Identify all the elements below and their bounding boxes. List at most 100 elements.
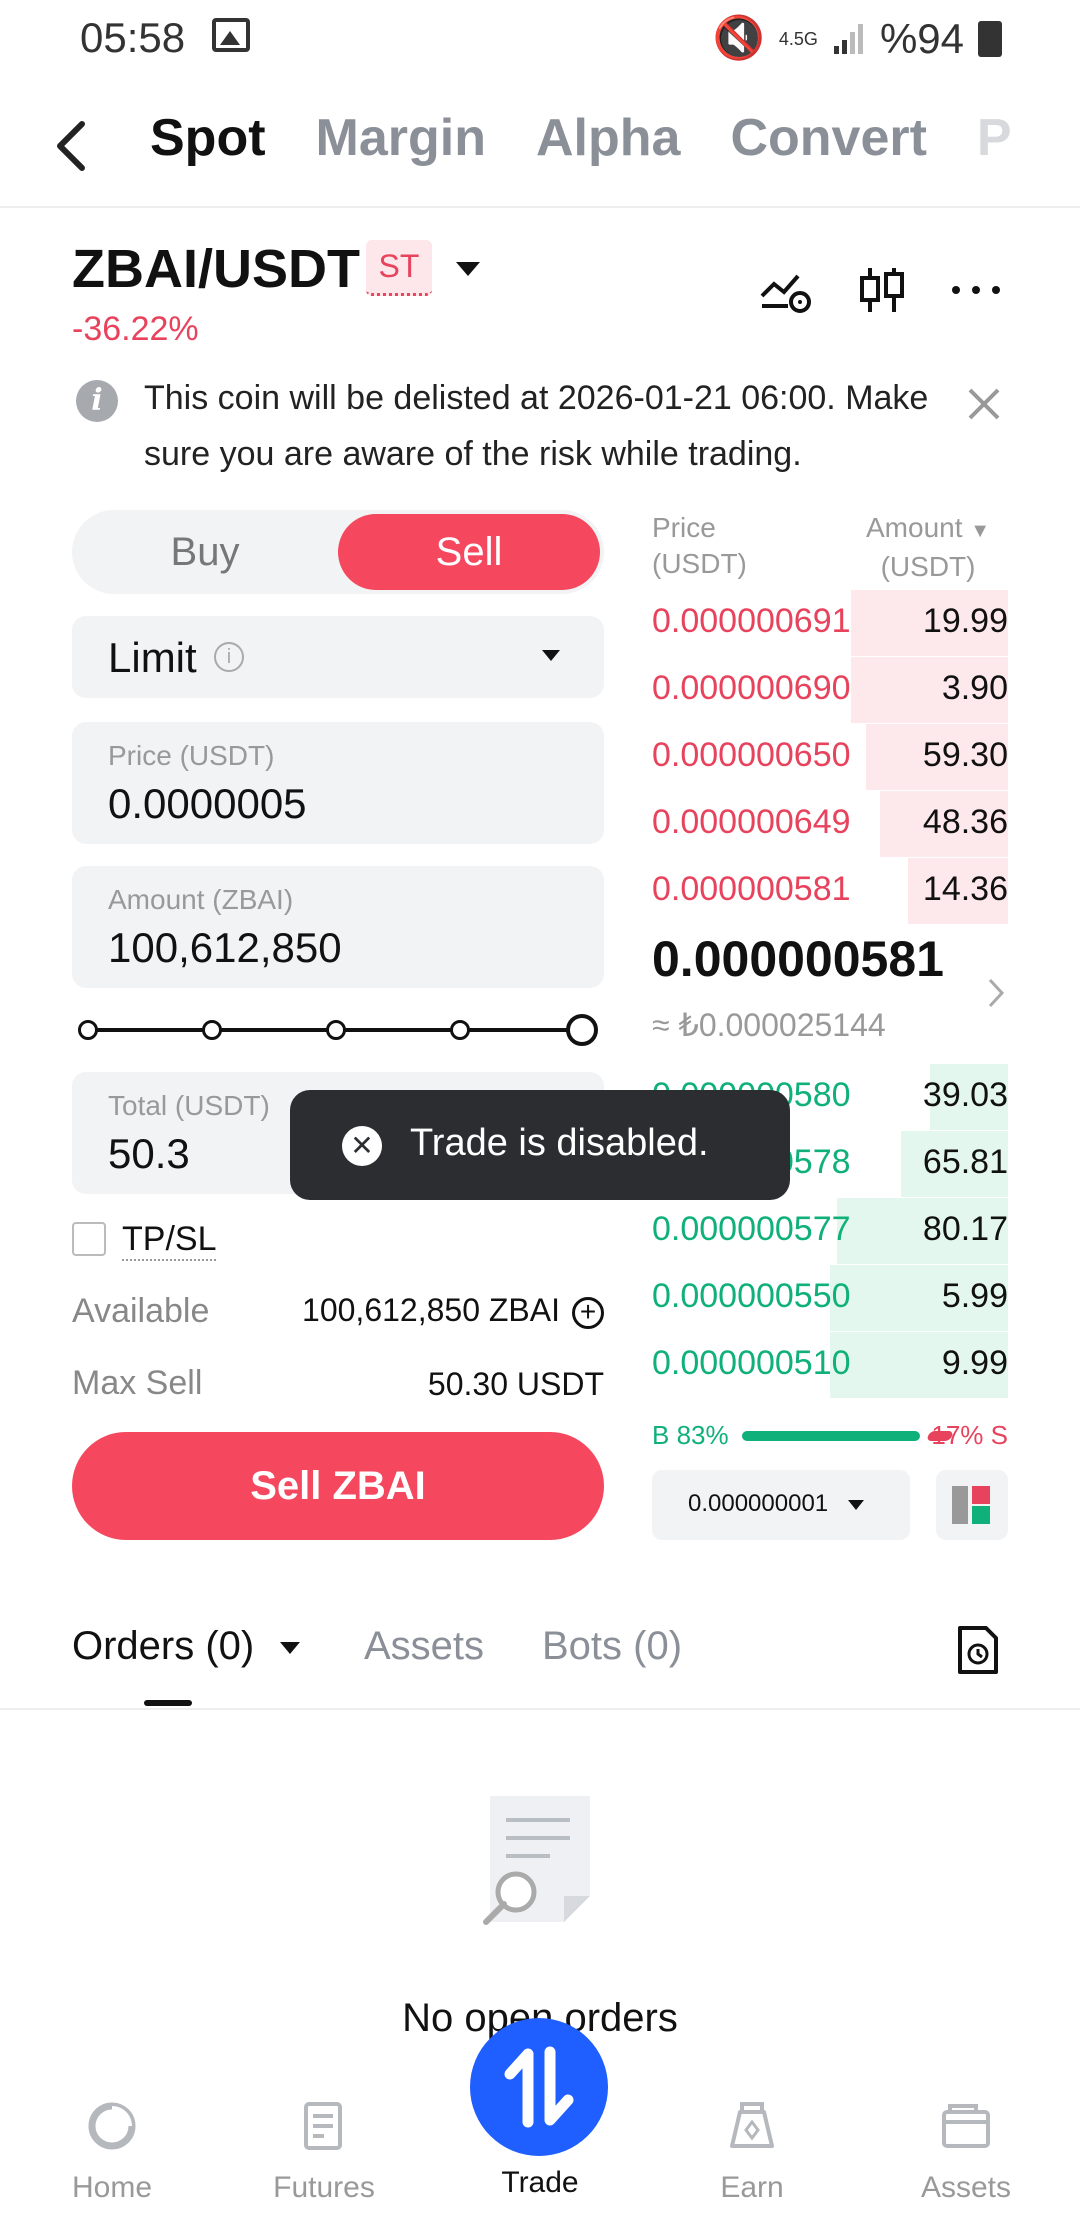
tpsl-checkbox[interactable]: [72, 1222, 106, 1256]
nav-trade-label: Trade: [501, 2166, 579, 2199]
trade-fab-button[interactable]: [470, 2018, 608, 2156]
nav-earn[interactable]: Earn: [672, 2090, 832, 2205]
bid-price: 0.000000577: [652, 1210, 851, 1248]
slider-stop-0[interactable]: [78, 1020, 98, 1040]
ask-row[interactable]: 0.000000690 3.90: [652, 657, 1008, 723]
close-icon[interactable]: [962, 382, 1006, 426]
tab-bots[interactable]: Bots (0): [542, 1624, 682, 1669]
total-value[interactable]: 50.3: [108, 1130, 190, 1178]
layout-icon: [952, 1486, 990, 1524]
amount-label: Amount (ZBAI): [108, 884, 294, 915]
nav-futures-label: Futures: [273, 2171, 375, 2204]
trade-mode-tabs: Spot Margin Alpha Convert P: [150, 108, 1012, 168]
st-badge[interactable]: ST: [366, 240, 432, 296]
bid-amount: 9.99: [941, 1344, 1008, 1382]
slider-stop-50[interactable]: [326, 1020, 346, 1040]
toast-message: ✕ Trade is disabled.: [290, 1090, 790, 1200]
pair-symbol[interactable]: ZBAI/USDT: [72, 238, 360, 300]
buy-sell-toggle: Buy Sell: [72, 510, 604, 594]
tpsl-label[interactable]: TP/SL: [122, 1220, 217, 1261]
amount-slider[interactable]: [78, 1012, 598, 1048]
active-tab-indicator: [144, 1700, 192, 1706]
info-icon[interactable]: i: [214, 642, 244, 672]
chevron-down-icon[interactable]: [280, 1642, 300, 1654]
order-history-icon[interactable]: [954, 1624, 1002, 1676]
bid-amount: 5.99: [941, 1277, 1008, 1315]
max-sell-label: Max Sell: [72, 1364, 203, 1402]
total-label: Total (USDT): [108, 1090, 270, 1121]
ask-row[interactable]: 0.000000650 59.30: [652, 724, 1008, 790]
price-input[interactable]: Price (USDT) 0.0000005: [72, 722, 604, 844]
ask-amount: 19.99: [922, 602, 1008, 640]
last-price-fiat: ≈ ₺0.000025144: [652, 1007, 886, 1043]
price-alert-icon[interactable]: [758, 262, 814, 318]
amount-header-line1: Amount: [866, 512, 963, 543]
order-type-label: Limit: [108, 634, 197, 681]
slider-stop-75[interactable]: [450, 1020, 470, 1040]
ask-row[interactable]: 0.000000581 14.36: [652, 858, 1008, 924]
bid-row[interactable]: 0.000000577 80.17: [652, 1198, 1008, 1264]
ask-amount: 59.30: [922, 736, 1008, 774]
info-icon: i: [76, 380, 118, 422]
bid-row[interactable]: 0.000000510 9.99: [652, 1332, 1008, 1398]
ask-price: 0.000000691: [652, 602, 851, 640]
battery-percent: %94: [879, 14, 964, 62]
sell-tab[interactable]: Sell: [338, 514, 600, 590]
ask-price: 0.000000690: [652, 669, 851, 707]
buy-tab[interactable]: Buy: [72, 510, 338, 594]
price-header-line2: (USDT): [652, 548, 747, 579]
ask-row[interactable]: 0.000000649 48.36: [652, 791, 1008, 857]
ask-row[interactable]: 0.000000691 19.99: [652, 590, 1008, 656]
available-value: 100,612,850 ZBAI: [302, 1292, 560, 1328]
orderbook-price-header: Price (USDT): [652, 510, 747, 582]
earn-icon: [730, 2102, 774, 2148]
nav-earn-label: Earn: [720, 2171, 784, 2204]
sort-caret-icon: ▼: [970, 520, 991, 542]
tab-convert[interactable]: Convert: [730, 108, 926, 168]
price-header-line1: Price: [652, 512, 716, 543]
order-type-select[interactable]: Limit i: [72, 616, 604, 698]
notice-text: This coin will be delisted at 2026-01-21…: [144, 379, 929, 473]
price-label: Price (USDT): [108, 740, 275, 771]
chevron-right-icon[interactable]: [986, 976, 1006, 1010]
add-funds-icon[interactable]: +: [572, 1296, 604, 1329]
bid-amount: 65.81: [922, 1143, 1008, 1181]
status-bar: 05:58 🔇 4.5G %94: [0, 0, 1080, 72]
precision-select[interactable]: 0.000000001: [652, 1470, 910, 1540]
price-value[interactable]: 0.0000005: [108, 780, 307, 828]
nav-home[interactable]: Home: [32, 2090, 192, 2205]
sell-button[interactable]: Sell ZBAI: [72, 1432, 604, 1540]
gallery-icon: [212, 18, 250, 52]
mute-icon: 🔇: [712, 14, 765, 61]
last-price: 0.000000581: [652, 931, 944, 987]
max-sell-value: 50.30 USDT: [427, 1366, 604, 1402]
amount-input[interactable]: Amount (ZBAI) 100,612,850: [72, 866, 604, 988]
bid-amount: 39.03: [922, 1076, 1008, 1114]
bid-price: 0.000000550: [652, 1277, 851, 1315]
orderbook-layout-button[interactable]: [936, 1470, 1008, 1540]
tab-assets[interactable]: Assets: [364, 1624, 484, 1669]
tab-alpha[interactable]: Alpha: [536, 108, 680, 168]
amount-header-line2: (USDT): [880, 551, 976, 582]
tab-margin[interactable]: Margin: [316, 108, 486, 168]
pair-dropdown-icon[interactable]: [456, 262, 480, 276]
nav-assets[interactable]: Assets: [886, 2090, 1046, 2205]
candlestick-chart-icon[interactable]: [854, 262, 910, 318]
more-options-icon[interactable]: [948, 262, 1004, 318]
orderbook-amount-header[interactable]: Amount ▼ (USDT): [866, 510, 990, 585]
home-icon: [88, 2102, 136, 2150]
back-arrow-icon[interactable]: [52, 116, 92, 176]
slider-stop-25[interactable]: [202, 1020, 222, 1040]
precision-value: 0.000000001: [688, 1490, 829, 1517]
status-right: 🔇 4.5G %94: [713, 14, 1002, 63]
nav-home-label: Home: [71, 2171, 153, 2204]
tab-spot[interactable]: Spot: [150, 108, 266, 168]
slider-handle[interactable]: [566, 1014, 598, 1046]
ask-amount: 3.90: [941, 669, 1008, 707]
tab-orders[interactable]: Orders (0): [72, 1624, 254, 1669]
swap-arrows-icon: [504, 2046, 574, 2128]
tab-more[interactable]: P: [977, 108, 1012, 168]
bid-row[interactable]: 0.000000550 5.99: [652, 1265, 1008, 1331]
amount-value[interactable]: 100,612,850: [108, 924, 342, 972]
nav-futures[interactable]: Futures: [244, 2090, 404, 2205]
